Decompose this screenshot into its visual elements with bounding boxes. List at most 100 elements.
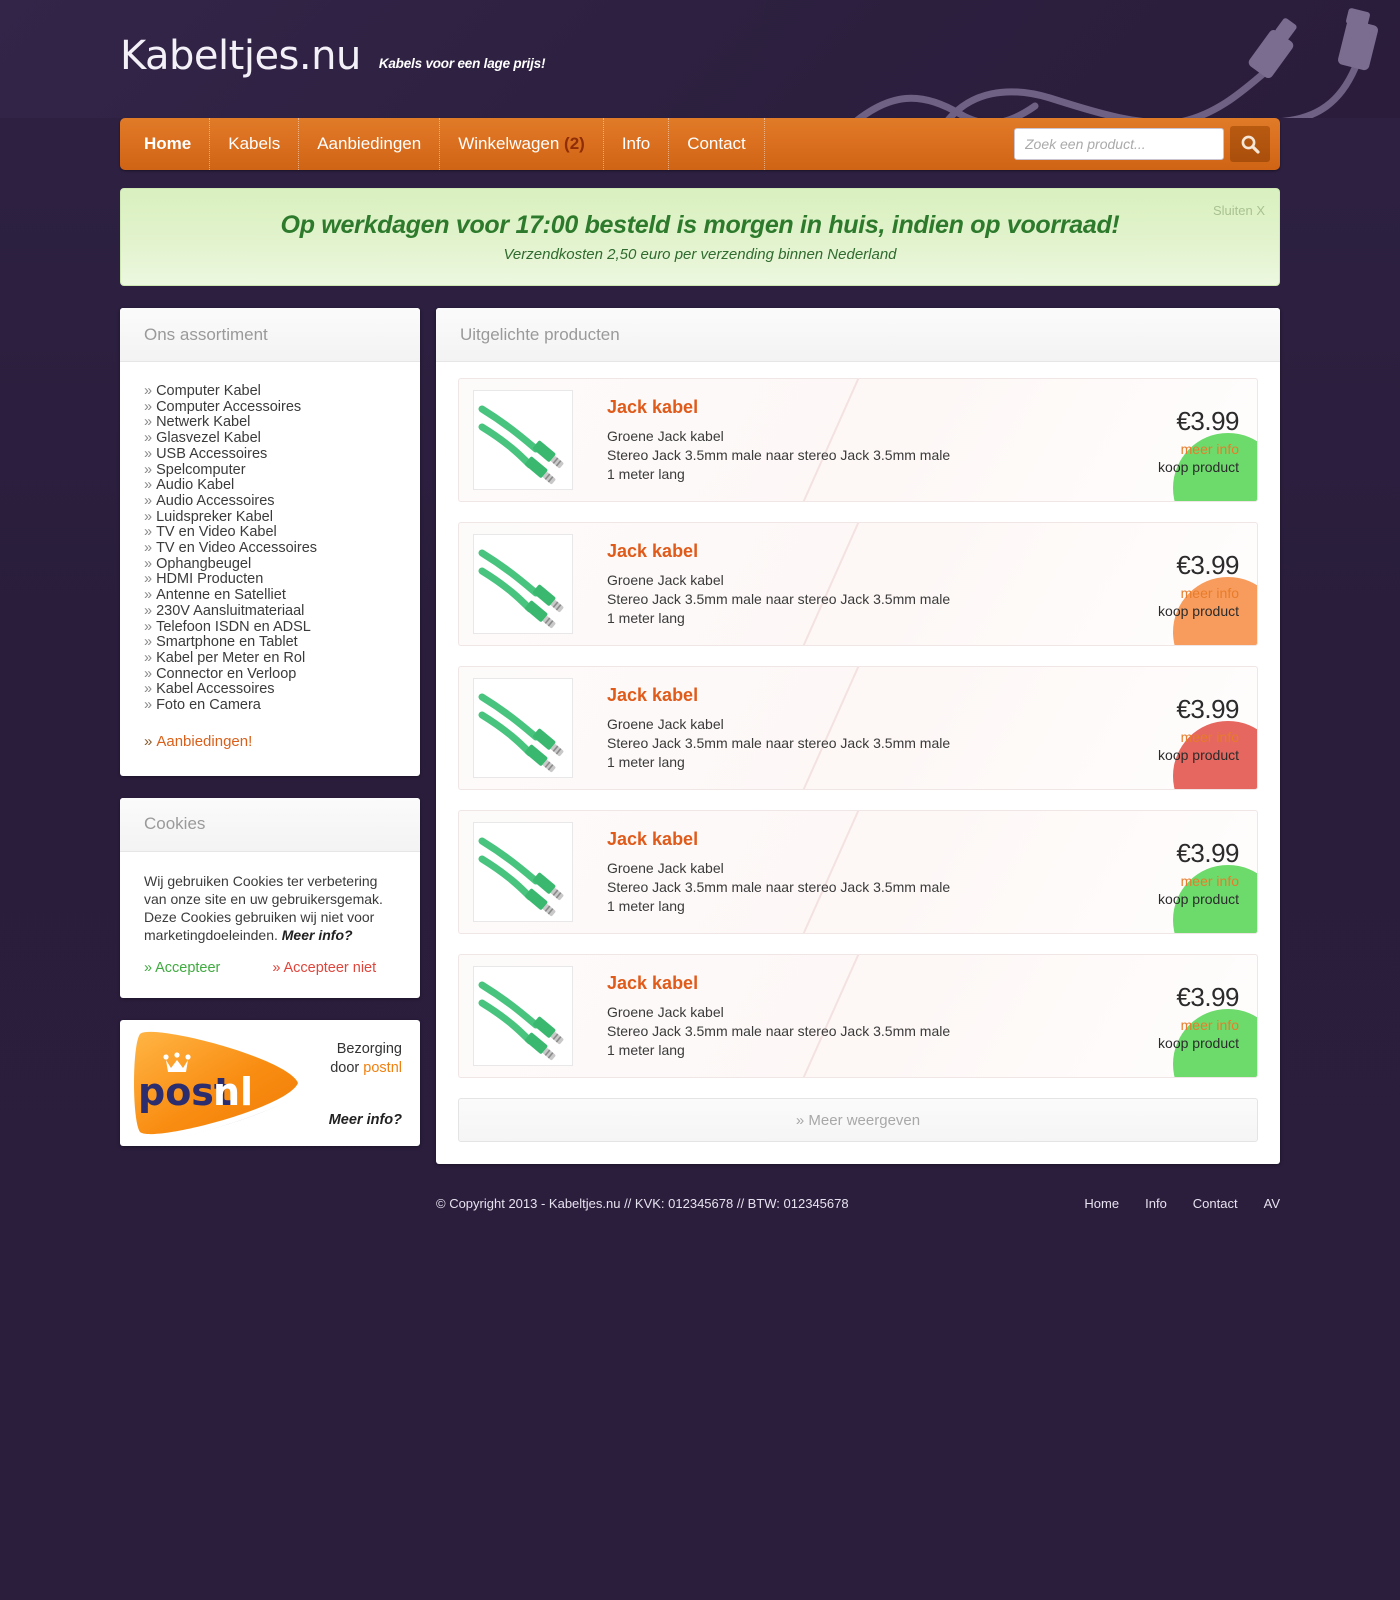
product-title[interactable]: Jack kabel	[607, 829, 1107, 850]
green-jack-cable-image	[474, 391, 572, 489]
product-title[interactable]: Jack kabel	[607, 541, 1107, 562]
sidebar-item-230v-aansluitmateriaal[interactable]: » 230V Aansluitmateriaal	[144, 602, 396, 620]
postnl-more-info-link[interactable]: Meer info?	[329, 1112, 402, 1128]
logo-block[interactable]: Kabeltjes.nu Kabels voor een lage prijs!	[120, 36, 545, 76]
product-more-info-link[interactable]: meer info	[1107, 441, 1239, 457]
product-card[interactable]: Jack kabel Groene Jack kabel Stereo Jack…	[458, 954, 1258, 1078]
chevron-icon: »	[144, 618, 153, 635]
sidebar-item-spelcomputer[interactable]: » Spelcomputer	[144, 462, 396, 479]
product-buy-link[interactable]: koop product	[1107, 747, 1239, 763]
footer-links: Home Info Contact AV	[1084, 1196, 1280, 1211]
category-label: 230V Aansluitmateriaal	[156, 602, 305, 619]
product-buy-link[interactable]: koop product	[1107, 459, 1239, 475]
product-buy-link[interactable]: koop product	[1107, 603, 1239, 619]
sidebar-item-tv-en-video-accessoires[interactable]: » TV en Video Accessoires	[144, 540, 396, 557]
product-desc-2: Stereo Jack 3.5mm male naar stereo Jack …	[607, 878, 951, 895]
sidebar-item-tv-en-video-kabel[interactable]: » TV en Video Kabel	[144, 524, 396, 541]
chevron-icon: »	[144, 524, 153, 541]
cookies-more-info-link[interactable]: Meer info?	[282, 927, 353, 943]
sidebar-item-audio-accessoires[interactable]: » Audio Accessoires	[144, 493, 396, 510]
content-columns: Ons assortiment » Computer Kabel » Compute…	[120, 308, 1280, 1226]
site-header: Kabeltjes.nu Kabels voor een lage prijs!	[0, 0, 1400, 118]
sidebar-item-telefoon-isdn-en-adsl[interactable]: » Telefoon ISDN en ADSL	[144, 618, 396, 636]
product-title[interactable]: Jack kabel	[607, 973, 1107, 994]
nav-item-kabels[interactable]: Kabels	[210, 118, 300, 170]
category-label: Luidspreker Kabel	[156, 508, 273, 525]
nav-item-contact[interactable]: Contact	[669, 118, 765, 170]
sidebar-item-ophangbeugel[interactable]: » Ophangbeugel	[144, 555, 396, 573]
sidebar-item-computer-accessoires[interactable]: » Computer Accessoires	[144, 399, 396, 416]
product-more-info-link[interactable]: meer info	[1107, 873, 1239, 889]
sidebar-item-foto-en-camera[interactable]: » Foto en Camera	[144, 697, 396, 714]
product-desc-1: Groene Jack kabel	[607, 1003, 724, 1020]
sidebar-item-kabel-per-meter-en-rol[interactable]: » Kabel per Meter en Rol	[144, 649, 396, 667]
sidebar-item-aanbiedingen[interactable]: » Aanbiedingen!	[144, 733, 396, 750]
product-more-info-link[interactable]: meer info	[1107, 1017, 1239, 1033]
sidebar-item-antenne-en-satelliet[interactable]: » Antenne en Satelliet	[144, 587, 396, 604]
sidebar-item-audio-kabel[interactable]: » Audio Kabel	[144, 477, 396, 494]
product-thumbnail[interactable]	[473, 534, 573, 634]
product-pricing: €3.99 meer info koop product	[1107, 838, 1257, 907]
banner-subtitle: Verzendkosten 2,50 euro per verzending b…	[503, 246, 897, 263]
sidebar-item-connector-en-verloop[interactable]: » Connector en Verloop	[144, 666, 396, 683]
product-thumbnail[interactable]	[473, 678, 573, 778]
banner-close-button[interactable]: Sluiten X	[1213, 203, 1265, 218]
cookies-accept-button[interactable]: » Accepteer	[144, 960, 220, 976]
footer-link-av[interactable]: AV	[1264, 1196, 1280, 1211]
product-card[interactable]: Jack kabel Groene Jack kabel Stereo Jack…	[458, 378, 1258, 502]
product-card[interactable]: Jack kabel Groene Jack kabel Stereo Jack…	[458, 666, 1258, 790]
nav-item-aanbiedingen[interactable]: Aanbiedingen	[299, 118, 441, 170]
cookies-actions: » Accepteer » Accepteer niet	[144, 960, 396, 976]
sidebar-item-luidspreker-kabel[interactable]: » Luidspreker Kabel	[144, 508, 396, 526]
product-info: Jack kabel Groene Jack kabel Stereo Jack…	[573, 973, 1107, 1060]
postnl-door-prefix: door	[330, 1059, 364, 1076]
shipping-notice-banner: Op werkdagen voor 17:00 besteld is morge…	[120, 188, 1280, 286]
footer-link-info[interactable]: Info	[1145, 1196, 1167, 1211]
sidebar-item-netwerk-kabel[interactable]: » Netwerk Kabel	[144, 415, 396, 431]
accept-label: Accepteer	[155, 959, 221, 976]
category-label: Computer Kabel	[156, 383, 261, 399]
product-card[interactable]: Jack kabel Groene Jack kabel Stereo Jack…	[458, 810, 1258, 934]
product-title[interactable]: Jack kabel	[607, 397, 1107, 418]
product-more-info-link[interactable]: meer info	[1107, 729, 1239, 745]
footer-link-contact[interactable]: Contact	[1193, 1196, 1238, 1211]
product-desc-1: Groene Jack kabel	[607, 859, 724, 876]
sidebar-item-kabel-accessoires[interactable]: » Kabel Accessoires	[144, 682, 396, 698]
sidebar-item-usb-accessoires[interactable]: » USB Accessoires	[144, 446, 396, 463]
sidebar-item-hdmi-producten[interactable]: » HDMI Producten	[144, 572, 396, 588]
nav-label: Kabels	[228, 134, 281, 153]
product-buy-link[interactable]: koop product	[1107, 1035, 1239, 1051]
product-buy-link[interactable]: koop product	[1107, 891, 1239, 907]
cookies-decline-button[interactable]: » Accepteer niet	[272, 960, 376, 976]
nav-item-winkelwagen[interactable]: Winkelwagen (2)	[440, 118, 604, 170]
category-label: Smartphone en Tablet	[156, 634, 298, 651]
chevron-icon: »	[144, 732, 153, 750]
product-card[interactable]: Jack kabel Groene Jack kabel Stereo Jack…	[458, 522, 1258, 646]
green-jack-cable-image	[474, 967, 572, 1065]
sidebar-item-computer-kabel[interactable]: » Computer Kabel	[144, 383, 396, 400]
category-label: Kabel per Meter en Rol	[156, 649, 306, 666]
product-more-info-link[interactable]: meer info	[1107, 585, 1239, 601]
search-input[interactable]	[1014, 128, 1224, 160]
green-jack-cable-image	[474, 535, 572, 633]
sidebar-item-smartphone-en-tablet[interactable]: » Smartphone en Tablet	[144, 634, 396, 651]
nav-label: Contact	[687, 134, 746, 153]
product-thumbnail[interactable]	[473, 966, 573, 1066]
search-button[interactable]	[1230, 126, 1270, 162]
nav-item-home[interactable]: Home	[126, 118, 211, 170]
product-title[interactable]: Jack kabel	[607, 685, 1107, 706]
postnl-brand-name: postnl	[363, 1059, 402, 1076]
product-thumbnail[interactable]	[473, 390, 573, 490]
footer-link-home[interactable]: Home	[1084, 1196, 1119, 1211]
sidebar-item-glasvezel-kabel[interactable]: » Glasvezel Kabel	[144, 430, 396, 447]
site-logo[interactable]: Kabeltjes.nu	[120, 36, 361, 76]
decline-label: Accepteer niet	[283, 959, 377, 976]
nav-item-info[interactable]: Info	[604, 118, 670, 170]
product-thumbnail[interactable]	[473, 822, 573, 922]
product-price: €3.99	[1176, 405, 1239, 436]
category-label: Ophangbeugel	[156, 555, 252, 572]
product-price: €3.99	[1176, 693, 1239, 724]
product-pricing: €3.99 meer info koop product	[1107, 982, 1257, 1051]
show-more-button[interactable]: » Meer weergeven	[458, 1098, 1258, 1142]
main-navigation-bar: Home Kabels Aanbiedingen Winkelwagen (2)…	[120, 118, 1280, 170]
